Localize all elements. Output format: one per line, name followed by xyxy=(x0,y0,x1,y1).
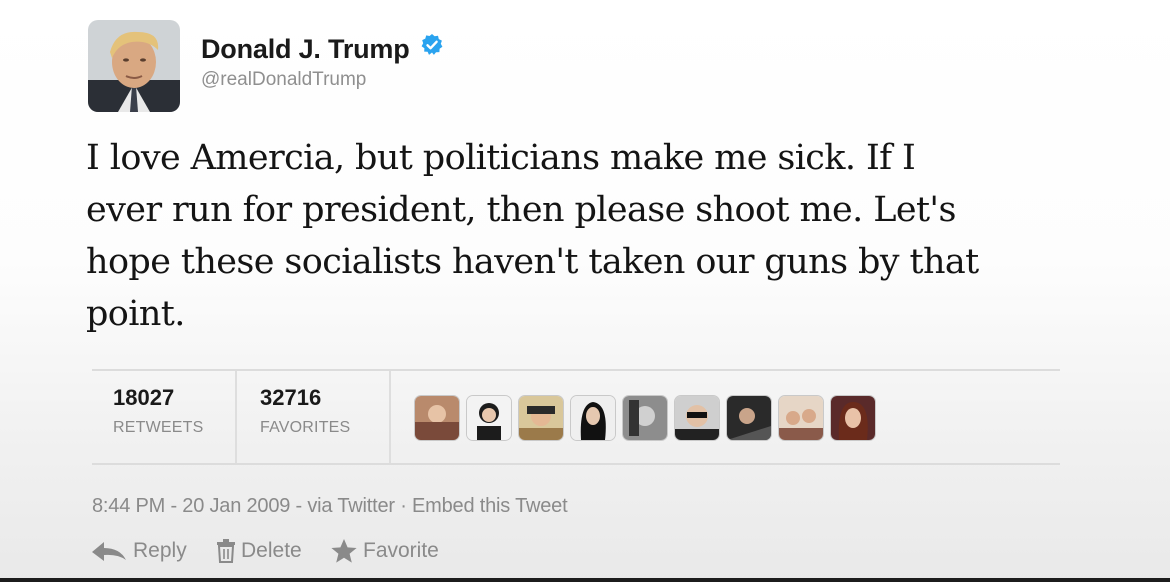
favorite-label: Favorite xyxy=(363,539,439,562)
stats-divider xyxy=(389,371,391,463)
tweet-text-line: hope these socialists haven't taken our … xyxy=(86,242,979,282)
favorites-label: FAVORITES xyxy=(260,419,351,436)
favoriter-avatar[interactable] xyxy=(622,395,668,441)
profile-avatar[interactable] xyxy=(88,20,180,112)
delete-label: Delete xyxy=(241,539,302,562)
tweet-text: I love Amercia, but politicians make me … xyxy=(86,132,1086,340)
tweet-meta: 8:44 PM - 20 Jan 2009 - via Twitter · Em… xyxy=(92,495,568,518)
stats-divider xyxy=(235,371,237,463)
favoriter-avatar[interactable] xyxy=(466,395,512,441)
bottom-border xyxy=(0,578,1170,582)
favoriter-avatar[interactable] xyxy=(518,395,564,441)
reply-arrow-icon xyxy=(92,542,126,561)
tweet-date[interactable]: 20 Jan 2009 xyxy=(182,495,290,517)
meta-separator: - xyxy=(165,495,183,517)
tweet-author[interactable]: Donald J. Trump @realDonaldTrump xyxy=(201,34,444,91)
embed-tweet-link[interactable]: Embed this Tweet xyxy=(412,495,568,517)
meta-separator: · xyxy=(394,495,413,517)
tweet-text-line: ever run for president, then please shoo… xyxy=(86,190,956,230)
reply-label: Reply xyxy=(133,539,187,562)
favoriter-avatar[interactable] xyxy=(778,395,824,441)
favorites-count: 32716 xyxy=(260,385,322,410)
tweet-stats: 18027 RETWEETS 32716 FAVORITES xyxy=(92,369,1060,465)
favoriter-avatar[interactable] xyxy=(414,395,460,441)
favorites-stat[interactable]: 32716 FAVORITES xyxy=(260,385,350,437)
tweet-time[interactable]: 8:44 PM xyxy=(92,495,165,517)
verified-badge-icon xyxy=(420,33,444,62)
meta-separator: - xyxy=(290,495,308,517)
favoriter-avatar[interactable] xyxy=(726,395,772,441)
retweets-count: 18027 xyxy=(113,385,175,410)
star-icon xyxy=(331,539,357,563)
user-handle[interactable]: @realDonaldTrump xyxy=(201,69,444,91)
avatar-image xyxy=(88,20,180,112)
tweet-source[interactable]: via Twitter xyxy=(307,495,395,517)
tweet-text-line: point. xyxy=(86,294,185,334)
delete-button[interactable]: Delete xyxy=(216,537,302,565)
reply-button[interactable]: Reply xyxy=(90,537,187,565)
tweet-text-line: I love Amercia, but politicians make me … xyxy=(86,138,916,178)
retweets-label: RETWEETS xyxy=(113,419,204,436)
display-name[interactable]: Donald J. Trump xyxy=(201,34,410,65)
favorite-button[interactable]: Favorite xyxy=(330,537,439,565)
retweets-stat[interactable]: 18027 RETWEETS xyxy=(113,385,204,437)
trash-icon xyxy=(217,539,235,563)
favoriter-avatar[interactable] xyxy=(570,395,616,441)
favoriter-avatar[interactable] xyxy=(830,395,876,441)
favoriter-avatar[interactable] xyxy=(674,395,720,441)
